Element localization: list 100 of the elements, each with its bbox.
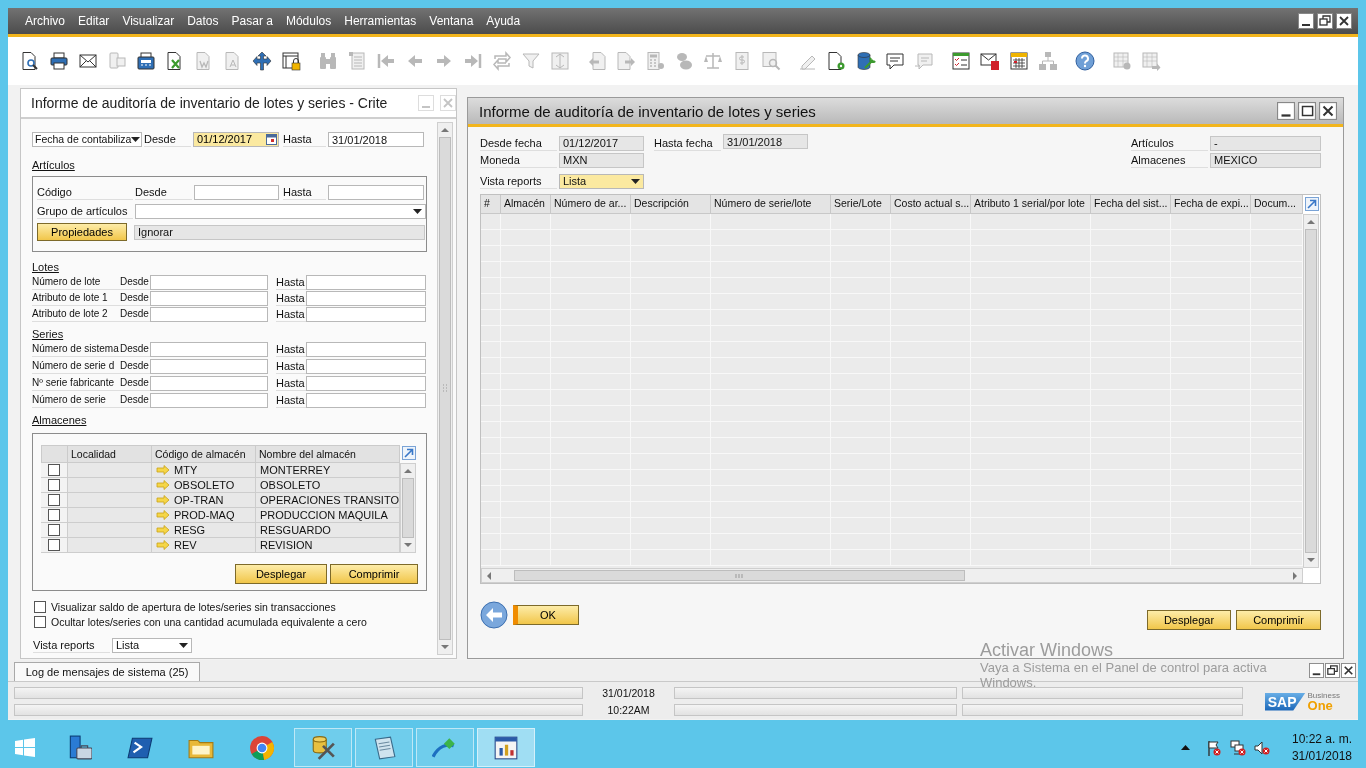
expand-icon[interactable] bbox=[1305, 197, 1319, 211]
text-field[interactable]: 31/01/2018 bbox=[723, 134, 808, 149]
menu-item[interactable]: Ayuda bbox=[486, 14, 521, 28]
link-arrow-icon[interactable] bbox=[156, 540, 170, 550]
link-arrow-icon[interactable] bbox=[156, 510, 170, 520]
taskbar-app[interactable] bbox=[355, 728, 413, 767]
column-header[interactable]: Costo actual s... bbox=[891, 195, 971, 214]
taskbar-app[interactable] bbox=[294, 728, 352, 767]
checkbox[interactable] bbox=[34, 601, 46, 613]
text-field[interactable]: - bbox=[1210, 135, 1321, 151]
log-tab[interactable]: Log de mensajes de sistema (25) bbox=[14, 662, 200, 681]
text-field[interactable] bbox=[150, 359, 268, 374]
scroll-up-icon[interactable] bbox=[440, 126, 450, 134]
cross-arrows-icon[interactable] bbox=[252, 51, 272, 71]
date-field[interactable]: 31/01/2018 bbox=[328, 132, 424, 147]
column-header[interactable]: Número de ar... bbox=[551, 195, 631, 214]
column-header[interactable]: Código de almacén bbox=[152, 445, 256, 463]
text-field[interactable]: 01/12/2017 bbox=[559, 135, 644, 151]
help-icon[interactable] bbox=[1075, 51, 1095, 71]
text-field[interactable] bbox=[150, 376, 268, 391]
text-field[interactable] bbox=[306, 307, 426, 322]
scroll-right-icon[interactable] bbox=[1291, 570, 1299, 581]
scroll-up-icon[interactable] bbox=[1306, 218, 1316, 226]
checkbox[interactable] bbox=[48, 509, 60, 521]
menu-item[interactable]: Módulos bbox=[285, 14, 332, 28]
checkbox[interactable] bbox=[48, 539, 60, 551]
calendar-icon[interactable] bbox=[266, 134, 277, 145]
checkbox[interactable] bbox=[34, 616, 46, 628]
text-field[interactable] bbox=[306, 342, 426, 357]
dropdown[interactable]: Lista bbox=[559, 173, 644, 189]
grip-icon[interactable] bbox=[442, 384, 448, 393]
caret-up-icon[interactable] bbox=[1180, 745, 1190, 750]
text-field[interactable]: MEXICO bbox=[1210, 152, 1321, 168]
minimize-button[interactable] bbox=[1309, 663, 1324, 678]
envelope-icon[interactable] bbox=[78, 51, 98, 71]
text-field[interactable]: Ignorar bbox=[134, 224, 425, 240]
checklist-icon[interactable] bbox=[951, 51, 971, 71]
envelope-alert-icon[interactable] bbox=[980, 51, 1000, 71]
minimize-button[interactable] bbox=[1298, 13, 1314, 29]
dropdown[interactable]: Fecha de contabiliza bbox=[32, 132, 142, 147]
scroll-down-icon[interactable] bbox=[403, 541, 413, 549]
checkbox[interactable] bbox=[48, 479, 60, 491]
text-field[interactable] bbox=[150, 307, 268, 322]
menu-item[interactable]: Herramientas bbox=[344, 14, 417, 28]
expand-icon[interactable] bbox=[402, 446, 416, 460]
text-field[interactable] bbox=[306, 393, 426, 408]
text-field[interactable] bbox=[150, 291, 268, 306]
window-lock-icon[interactable] bbox=[281, 51, 301, 71]
menu-item[interactable]: Editar bbox=[78, 14, 110, 28]
printer-icon[interactable] bbox=[49, 51, 69, 71]
text-field[interactable] bbox=[306, 275, 426, 290]
menu-item[interactable]: Datos bbox=[187, 14, 219, 28]
link-arrow-icon[interactable] bbox=[156, 480, 170, 490]
checkbox[interactable] bbox=[48, 494, 60, 506]
maximize-button[interactable] bbox=[1298, 102, 1316, 120]
column-header[interactable]: Fecha de expi... bbox=[1171, 195, 1251, 214]
database-wrench-icon[interactable] bbox=[856, 51, 876, 71]
close-button[interactable] bbox=[1336, 13, 1352, 29]
network-icon[interactable] bbox=[1229, 739, 1246, 756]
column-header[interactable]: Serie/Lote bbox=[831, 195, 891, 214]
text-field[interactable]: MXN bbox=[559, 152, 644, 168]
text-field[interactable] bbox=[306, 376, 426, 391]
text-field[interactable] bbox=[194, 185, 279, 200]
minimize-button[interactable] bbox=[1277, 102, 1295, 120]
chat-icon[interactable] bbox=[885, 51, 905, 71]
text-field[interactable] bbox=[328, 185, 424, 200]
checkbox[interactable] bbox=[48, 524, 60, 536]
column-header[interactable]: Localidad bbox=[68, 445, 152, 463]
column-header[interactable]: Número de serie/lote bbox=[711, 195, 831, 214]
column-header[interactable]: Descripción bbox=[631, 195, 711, 214]
expand-button[interactable]: Desplegar bbox=[235, 564, 327, 584]
flag-icon[interactable] bbox=[1205, 739, 1222, 756]
scroll-up-icon[interactable] bbox=[403, 467, 413, 475]
grip-icon[interactable] bbox=[735, 572, 744, 579]
close-button[interactable] bbox=[1319, 102, 1337, 120]
menu-item[interactable]: Pasar a bbox=[231, 14, 273, 28]
collapse-button[interactable]: Comprimir bbox=[330, 564, 418, 584]
ok-button[interactable]: OK bbox=[513, 605, 579, 625]
taskbar-app[interactable] bbox=[416, 728, 474, 767]
expand-button[interactable]: Desplegar bbox=[1147, 610, 1231, 630]
column-header[interactable]: Docum... bbox=[1251, 195, 1303, 214]
taskbar-app[interactable] bbox=[477, 728, 535, 767]
scroll-down-icon[interactable] bbox=[1306, 556, 1316, 564]
fax-icon[interactable] bbox=[136, 51, 156, 71]
scrollbar[interactable] bbox=[400, 463, 416, 553]
speaker-muted-icon[interactable] bbox=[1253, 739, 1270, 756]
text-field[interactable] bbox=[306, 291, 426, 306]
menu-item[interactable]: Archivo bbox=[25, 14, 65, 28]
column-header[interactable]: # bbox=[481, 195, 501, 214]
menu-item[interactable]: Visualizar bbox=[122, 14, 175, 28]
clock-time[interactable]: 10:22 a. m. bbox=[1291, 730, 1352, 748]
scroll-down-icon[interactable] bbox=[440, 643, 450, 651]
link-arrow-icon[interactable] bbox=[156, 525, 170, 535]
properties-button[interactable]: Propiedades bbox=[37, 223, 127, 241]
link-arrow-icon[interactable] bbox=[156, 495, 170, 505]
link-arrow-icon[interactable] bbox=[156, 465, 170, 475]
column-header[interactable]: Atributo 1 serial/por lote bbox=[971, 195, 1091, 214]
menu-item[interactable]: Ventana bbox=[429, 14, 474, 28]
column-header[interactable]: Almacén bbox=[501, 195, 551, 214]
text-field[interactable] bbox=[306, 359, 426, 374]
